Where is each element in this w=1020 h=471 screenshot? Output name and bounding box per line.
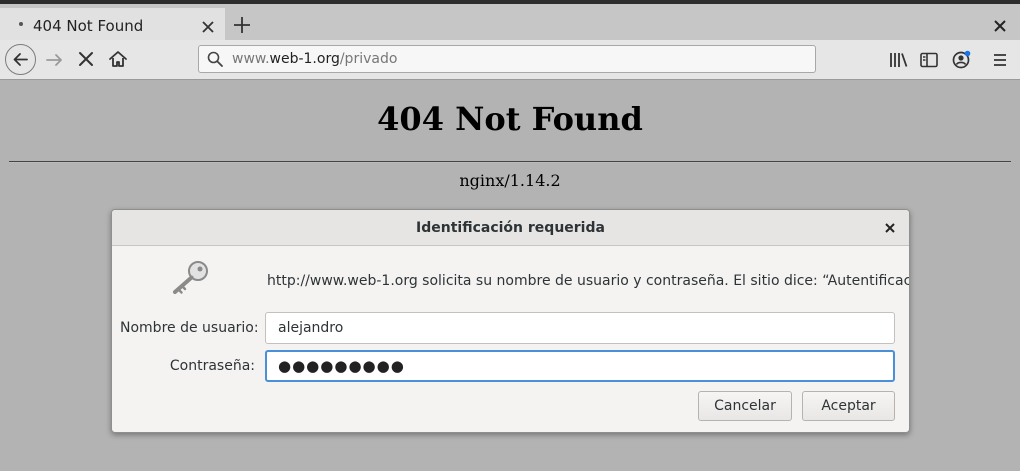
hamburger-menu-icon[interactable] [988,48,1012,72]
server-signature: nginx/1.14.2 [459,171,561,190]
url-domain: web-1.org [269,51,340,67]
arrow-right-icon[interactable] [43,48,67,72]
password-label: Contraseña: [169,358,255,374]
accept-button[interactable]: Aceptar [802,391,895,421]
url-text: www.web-1.org/privado [232,51,397,67]
page-title: 404 Not Found [377,100,643,138]
key-icon [167,258,213,298]
tab-active[interactable]: 404 Not Found [0,8,225,44]
stop-x-icon[interactable] [74,48,98,72]
sidebar-icon[interactable] [917,48,941,72]
url-path: /privado [339,51,398,67]
close-icon[interactable] [882,220,898,236]
auth-dialog: Identificación requerida http://www.web-… [111,209,910,433]
search-icon [206,50,224,68]
close-icon[interactable] [197,16,219,38]
username-label: Nombre de usuario: [120,320,259,336]
tab-title: 404 Not Found [33,17,144,35]
window-close-icon[interactable] [990,16,1010,36]
dialog-titlebar: Identificación requerida [112,210,909,246]
back-button[interactable] [5,44,36,75]
home-icon[interactable] [106,47,130,71]
dialog-message: http://www.web-1.org solicita su nombre … [267,273,910,289]
dialog-title: Identificación requerida [416,220,605,236]
navigation-toolbar: www.web-1.org/privado [0,40,1020,80]
account-icon[interactable] [949,47,973,71]
url-prefix: www. [232,51,270,67]
arrow-left-icon [13,53,28,66]
username-field[interactable]: alejandro [265,312,895,344]
password-field[interactable]: ●●●●●●●●● [265,350,895,382]
loading-dot-icon [19,22,23,26]
library-icon[interactable] [887,48,911,72]
divider [9,161,1011,163]
plus-icon[interactable] [229,12,255,38]
password-masked-value: ●●●●●●●●● [278,357,405,375]
url-bar[interactable]: www.web-1.org/privado [198,45,816,73]
cancel-button[interactable]: Cancelar [698,391,792,421]
tab-strip: 404 Not Found [0,0,1020,44]
